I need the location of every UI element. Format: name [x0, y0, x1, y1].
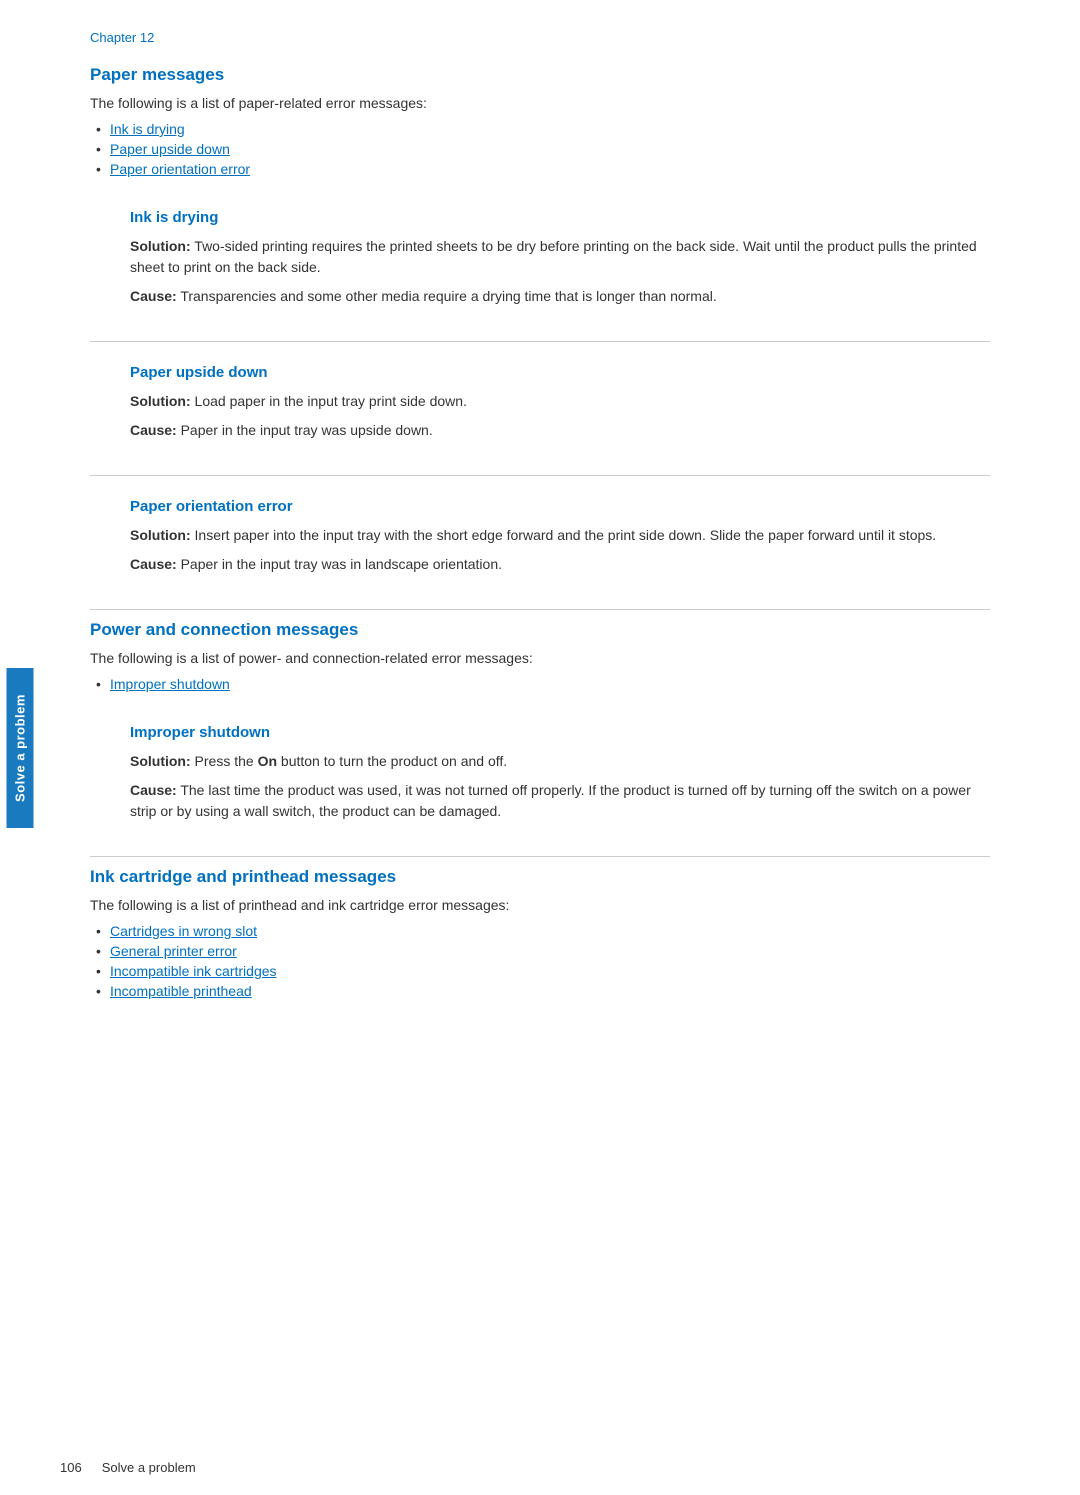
ink-cartridge-list: Cartridges in wrong slot General printer… — [90, 923, 990, 999]
list-item: Incompatible printhead — [110, 983, 990, 999]
paper-upside-down-subsection: Paper upside down Solution: Load paper i… — [90, 350, 990, 467]
list-item: Incompatible ink cartridges — [110, 963, 990, 979]
ink-is-drying-title: Ink is drying — [130, 209, 990, 226]
paper-messages-intro: The following is a list of paper-related… — [90, 95, 990, 111]
improper-shutdown-link[interactable]: Improper shutdown — [110, 676, 230, 692]
list-item: Paper orientation error — [110, 161, 990, 177]
improper-shutdown-title: Improper shutdown — [130, 724, 990, 741]
paper-orientation-error-cause: Cause: Paper in the input tray was in la… — [130, 554, 990, 575]
solution-label-2: Solution: — [130, 393, 191, 409]
footer-label: Solve a problem — [102, 1460, 196, 1475]
cause-label-4: Cause: — [130, 782, 177, 798]
improper-shutdown-solution-suffix: button to turn the product on and off. — [277, 753, 507, 769]
improper-shutdown-cause-text: The last time the product was used, it w… — [130, 782, 971, 819]
incompatible-ink-cartridges-link[interactable]: Incompatible ink cartridges — [110, 963, 277, 979]
sidebar-tab: Solve a problem — [7, 668, 34, 828]
divider-4 — [90, 856, 990, 857]
cartridges-wrong-slot-link[interactable]: Cartridges in wrong slot — [110, 923, 257, 939]
footer: 106 Solve a problem — [60, 1460, 1030, 1475]
power-messages-section: Power and connection messages The follow… — [90, 620, 990, 857]
paper-orientation-error-cause-text: Paper in the input tray was in landscape… — [181, 556, 502, 572]
footer-page-number: 106 — [60, 1460, 82, 1475]
paper-orientation-error-link[interactable]: Paper orientation error — [110, 161, 250, 177]
power-messages-intro: The following is a list of power- and co… — [90, 650, 990, 666]
solution-label-4: Solution: — [130, 753, 191, 769]
sidebar-label: Solve a problem — [13, 694, 28, 802]
solution-label-3: Solution: — [130, 527, 191, 543]
divider-2 — [90, 475, 990, 476]
paper-orientation-error-solution: Solution: Insert paper into the input tr… — [130, 525, 990, 546]
paper-upside-down-link[interactable]: Paper upside down — [110, 141, 230, 157]
improper-shutdown-solution: Solution: Press the On button to turn th… — [130, 751, 990, 772]
paper-messages-section: Paper messages The following is a list o… — [90, 65, 990, 610]
improper-shutdown-on-label: On — [258, 753, 277, 769]
divider-1 — [90, 341, 990, 342]
improper-shutdown-cause: Cause: The last time the product was use… — [130, 780, 990, 822]
divider-3 — [90, 609, 990, 610]
paper-upside-down-cause-text: Paper in the input tray was upside down. — [181, 422, 433, 438]
ink-cartridge-section: Ink cartridge and printhead messages The… — [90, 867, 990, 999]
cause-label-3: Cause: — [130, 556, 177, 572]
paper-orientation-error-subsection: Paper orientation error Solution: Insert… — [90, 484, 990, 601]
ink-is-drying-cause-text: Transparencies and some other media requ… — [180, 288, 716, 304]
general-printer-error-link[interactable]: General printer error — [110, 943, 237, 959]
incompatible-printhead-link[interactable]: Incompatible printhead — [110, 983, 252, 999]
paper-upside-down-solution-text: Load paper in the input tray print side … — [195, 393, 467, 409]
cause-label: Cause: — [130, 288, 177, 304]
improper-shutdown-solution-prefix: Press the — [195, 753, 258, 769]
ink-is-drying-solution: Solution: Two-sided printing requires th… — [130, 236, 990, 278]
paper-upside-down-title: Paper upside down — [130, 364, 990, 381]
power-messages-list: Improper shutdown — [90, 676, 990, 692]
ink-cartridge-title: Ink cartridge and printhead messages — [90, 867, 990, 887]
paper-messages-title: Paper messages — [90, 65, 990, 85]
list-item: Improper shutdown — [110, 676, 990, 692]
paper-orientation-error-title: Paper orientation error — [130, 498, 990, 515]
paper-upside-down-solution: Solution: Load paper in the input tray p… — [130, 391, 990, 412]
power-messages-title: Power and connection messages — [90, 620, 990, 640]
solution-label: Solution: — [130, 238, 191, 254]
paper-orientation-error-solution-text: Insert paper into the input tray with th… — [195, 527, 937, 543]
paper-messages-list: Ink is drying Paper upside down Paper or… — [90, 121, 990, 177]
improper-shutdown-subsection: Improper shutdown Solution: Press the On… — [90, 710, 990, 848]
ink-is-drying-cause: Cause: Transparencies and some other med… — [130, 286, 990, 307]
list-item: Paper upside down — [110, 141, 990, 157]
ink-is-drying-solution-text: Two-sided printing requires the printed … — [130, 238, 977, 275]
paper-upside-down-cause: Cause: Paper in the input tray was upsid… — [130, 420, 990, 441]
list-item: General printer error — [110, 943, 990, 959]
ink-is-drying-link[interactable]: Ink is drying — [110, 121, 185, 137]
cause-label-2: Cause: — [130, 422, 177, 438]
ink-cartridge-intro: The following is a list of printhead and… — [90, 897, 990, 913]
list-item: Ink is drying — [110, 121, 990, 137]
ink-is-drying-subsection: Ink is drying Solution: Two-sided printi… — [90, 195, 990, 333]
chapter-label: Chapter 12 — [90, 30, 990, 45]
list-item: Cartridges in wrong slot — [110, 923, 990, 939]
